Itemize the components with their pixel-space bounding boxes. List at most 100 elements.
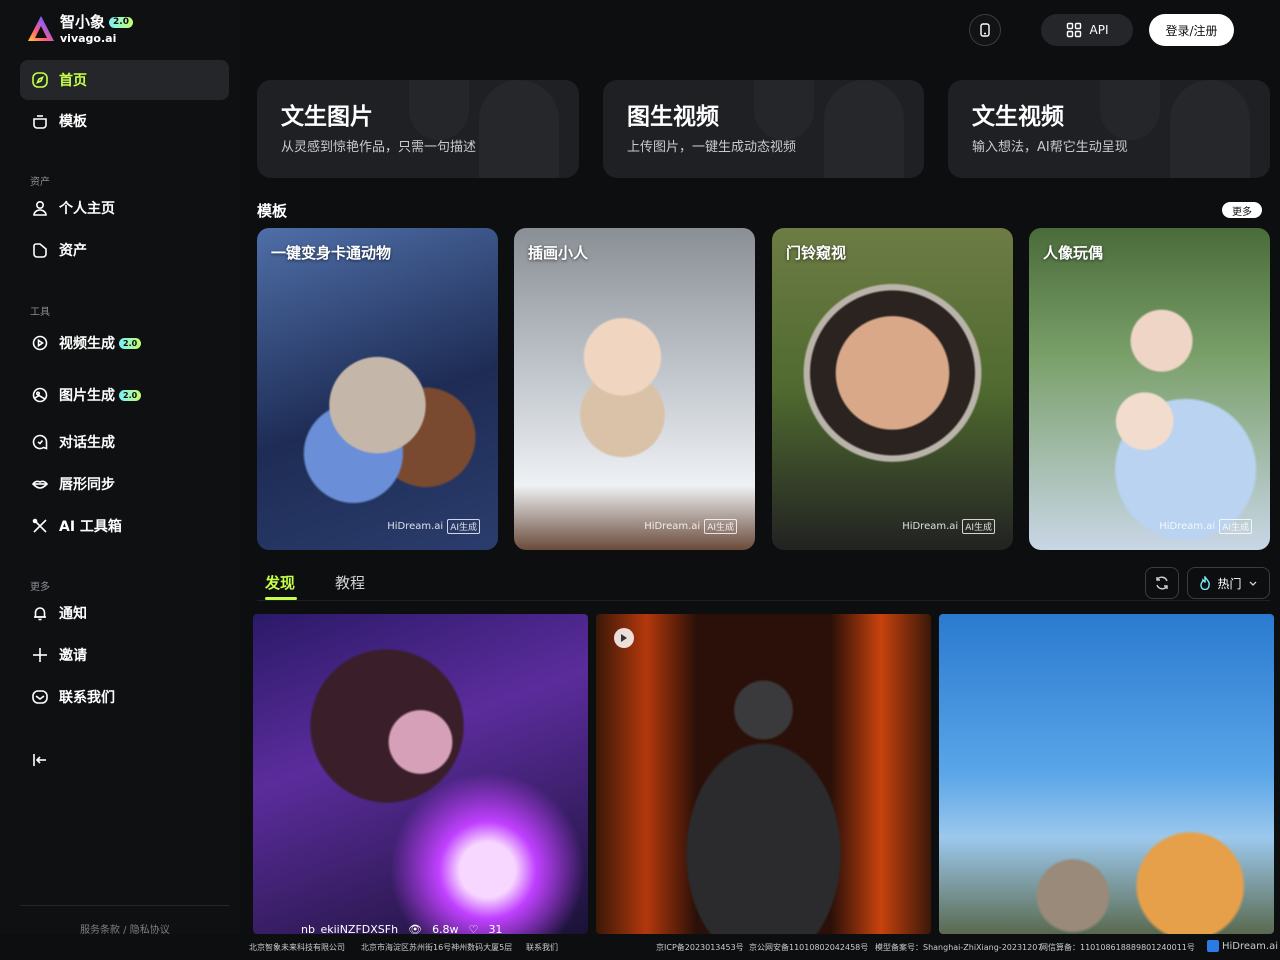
mobile-app-button[interactable] [969, 14, 1001, 46]
ai-tag: AI生成 [962, 519, 995, 534]
footer-net-record: 网信算备：110108618889801240011号 [1040, 943, 1195, 952]
footer-contact-link[interactable]: 联系我们 [526, 942, 558, 953]
section-label-tools: 工具 [30, 307, 50, 318]
template-card[interactable]: 一键变身卡通动物 HiDream.ai AI生成 [257, 228, 498, 550]
brand-name: 智小象 [60, 12, 106, 31]
watermark-text: HiDream.ai [644, 521, 701, 532]
sidebar-item-label: 通知 [59, 606, 87, 622]
flame-icon [1200, 576, 1211, 590]
sidebar-item-label: 唇形同步 [59, 477, 115, 493]
card-decoration [1100, 80, 1160, 140]
feed-card-meta: nb_ekiiNZFDXSFh 👁 6.8w ♡ 31 [301, 923, 502, 934]
watermark-text: HiDream.ai [1159, 521, 1216, 532]
sidebar-item-label: 模板 [59, 114, 87, 130]
feed-card[interactable]: nb_ekiiNZFDXSFh 👁 6.8w ♡ 31 [253, 614, 588, 934]
template-card[interactable]: 门铃窥视 HiDream.ai AI生成 [772, 228, 1013, 550]
heart-icon[interactable]: ♡ [469, 923, 479, 934]
footer-address: 北京市海淀区苏州街16号神州数码大厦5层 [361, 943, 513, 952]
app-root: 智小象 2.0 vivago.ai 首页 模板 资产 个人主页 资产 工具 视频生… [0, 0, 1280, 960]
footer-icp[interactable]: 京ICP备2023013453号 [656, 942, 744, 953]
logo-icon [28, 16, 54, 41]
sidebar-item-home[interactable]: 首页 [20, 60, 229, 100]
sidebar-item-label: AI 工具箱 [59, 519, 122, 535]
sidebar-item-notifications[interactable]: 通知 [20, 593, 229, 633]
footer-company: 北京智象未来科技有限公司 [249, 943, 345, 952]
footer-police[interactable]: 京公网安备11010802042458号 [749, 942, 868, 953]
sort-label: 热门 [1217, 576, 1242, 591]
ai-tag: AI生成 [1219, 519, 1252, 534]
card-decoration [479, 80, 559, 178]
sidebar-item-video-gen[interactable]: 视频生成 2.0 [20, 323, 229, 363]
sidebar-item-invite[interactable]: 邀请 [20, 635, 229, 675]
site-footer: 北京智象未来科技有限公司 北京市海淀区苏州街16号神州数码大厦5层 联系我们 京… [0, 934, 1280, 960]
section-label-more: 更多 [30, 582, 50, 593]
watermark-text: HiDream.ai [387, 521, 444, 532]
ai-tag: AI生成 [704, 519, 737, 534]
sidebar-item-templates[interactable]: 模板 [20, 101, 229, 141]
feature-text-to-image[interactable]: 文生图片 从灵感到惊艳作品，只需一句描述 [257, 80, 579, 178]
template-title: 人像玩偶 [1043, 244, 1104, 262]
sidebar-item-assets[interactable]: 资产 [20, 230, 229, 270]
sidebar-item-chat-gen[interactable]: 对话生成 [20, 422, 229, 462]
sidebar-item-lip-sync[interactable]: 唇形同步 [20, 464, 229, 504]
refresh-icon [1156, 576, 1168, 590]
mail-icon [31, 688, 49, 706]
sidebar-item-image-gen[interactable]: 图片生成 2.0 [20, 375, 229, 415]
footer-model-record: 模型备案号：Shanghai-ZhiXiang-20231207 [875, 943, 1043, 952]
tab-discover[interactable]: 发现 [265, 572, 295, 593]
templates-more-button[interactable]: 更多 [1222, 202, 1262, 218]
watermark: HiDream.ai AI生成 [902, 519, 995, 534]
version-badge: 2.0 [109, 16, 133, 28]
card-decoration [1170, 80, 1250, 178]
chat-icon [31, 433, 49, 451]
brand-domain: vivago.ai [60, 31, 117, 45]
sidebar-item-label: 对话生成 [59, 435, 115, 451]
template-card[interactable]: 插画小人 HiDream.ai AI生成 [514, 228, 755, 550]
like-count: 31 [488, 923, 503, 934]
video-play-icon [614, 628, 634, 648]
author-name[interactable]: nb_ekiiNZFDXSFh [301, 923, 398, 934]
hidream-logo-icon [1207, 940, 1219, 952]
active-tab-indicator [265, 597, 297, 600]
collapse-icon [31, 751, 49, 769]
version-badge: 2.0 [119, 389, 142, 401]
user-icon [31, 199, 49, 217]
compass-icon [31, 71, 49, 89]
play-circle-icon [31, 334, 49, 352]
login-register-button[interactable]: 登录/注册 [1149, 14, 1234, 46]
logo[interactable]: 智小象 2.0 vivago.ai [26, 14, 133, 44]
chevron-down-icon [1249, 581, 1256, 586]
card-decoration [754, 80, 814, 140]
watermark-text: HiDream.ai [902, 521, 959, 532]
template-title: 门铃窥视 [786, 244, 847, 262]
footer-brand[interactable]: HiDream.ai [1207, 940, 1278, 952]
sidebar-item-contact[interactable]: 联系我们 [20, 677, 229, 717]
api-button[interactable]: API [1041, 14, 1133, 46]
folder-icon [31, 241, 49, 259]
feature-image-to-video[interactable]: 图生视频 上传图片，一键生成动态视频 [603, 80, 924, 178]
watermark: HiDream.ai AI生成 [644, 519, 737, 534]
refresh-button[interactable] [1145, 567, 1179, 599]
sidebar-item-profile[interactable]: 个人主页 [20, 188, 229, 228]
cup-icon [31, 112, 49, 130]
sidebar-item-label: 视频生成 [59, 336, 115, 352]
sidebar-item-label: 邀请 [59, 648, 87, 664]
tools-icon [31, 517, 49, 535]
sidebar-item-label: 首页 [59, 73, 87, 89]
collapse-sidebar-button[interactable] [20, 740, 229, 780]
feature-text-to-video[interactable]: 文生视频 输入想法，AI帮它生动呈现 [948, 80, 1270, 178]
phone-icon [980, 23, 990, 37]
sidebar-item-label: 联系我们 [59, 690, 115, 706]
feed-card[interactable] [596, 614, 931, 934]
sort-dropdown[interactable]: 热门 [1187, 567, 1270, 599]
template-title: 插画小人 [528, 244, 589, 262]
template-title: 一键变身卡通动物 [271, 244, 392, 262]
tabs-divider [257, 600, 1270, 601]
tab-tutorials[interactable]: 教程 [335, 572, 365, 593]
sidebar: 智小象 2.0 vivago.ai 首页 模板 资产 个人主页 资产 工具 视频生… [0, 0, 240, 936]
feed-card[interactable] [939, 614, 1274, 934]
version-badge: 2.0 [119, 337, 142, 349]
sidebar-divider [20, 905, 229, 906]
template-card[interactable]: 人像玩偶 HiDream.ai AI生成 [1029, 228, 1270, 550]
sidebar-item-ai-toolbox[interactable]: AI 工具箱 [20, 506, 229, 546]
